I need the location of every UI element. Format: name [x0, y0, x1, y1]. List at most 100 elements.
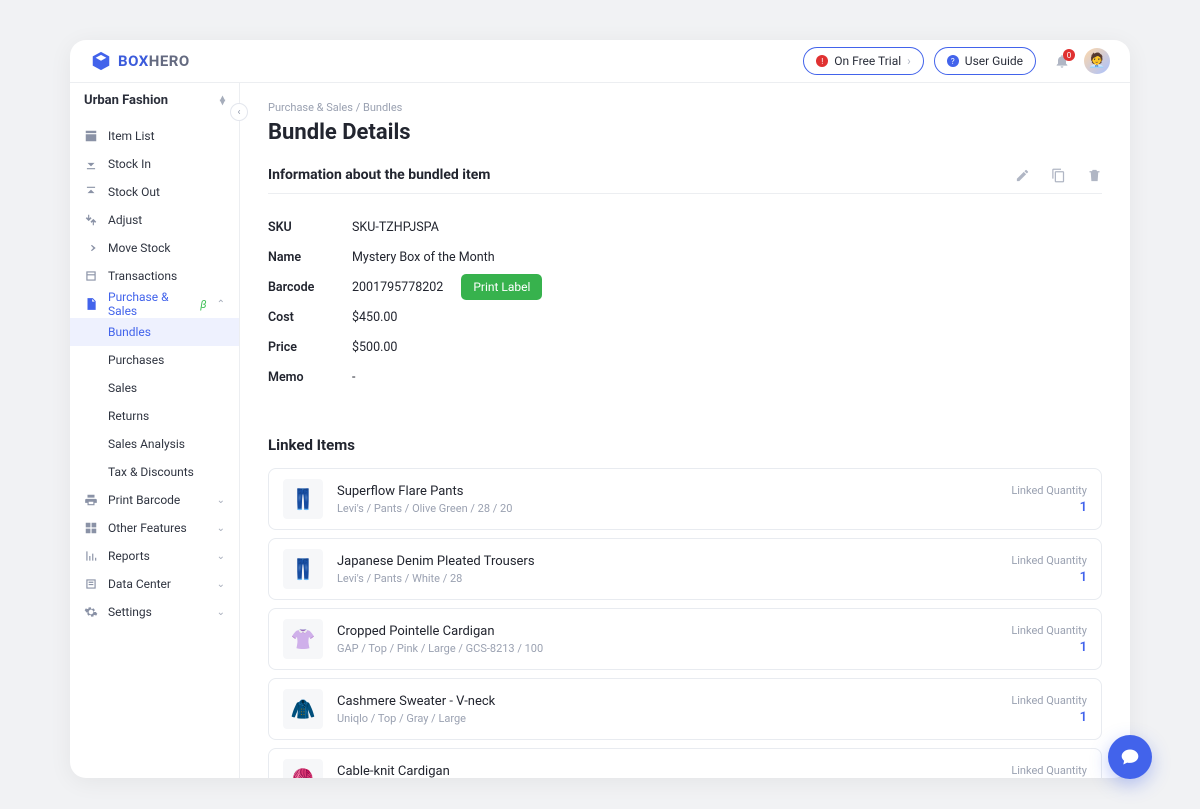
- breadcrumb: Purchase & Sales / Bundles: [268, 101, 1102, 114]
- grid-icon: [84, 521, 98, 535]
- copy-icon: [1051, 168, 1066, 183]
- sidebar-item-sales[interactable]: Sales: [70, 374, 239, 402]
- app-window: BOXHERO ! On Free Trial › ? User Guide 0…: [70, 40, 1130, 778]
- sidebar-collapse-button[interactable]: ‹: [230, 103, 248, 121]
- item-name: Japanese Denim Pleated Trousers: [337, 554, 535, 569]
- sidebar-item-sales-analysis[interactable]: Sales Analysis: [70, 430, 239, 458]
- linked-item-card[interactable]: 🧶Cable-knit CardiganH&M / Top / Cream / …: [268, 748, 1102, 778]
- nav-label: Reports: [108, 549, 150, 563]
- notifications-badge: 0: [1063, 49, 1075, 61]
- sidebar-item-adjust[interactable]: Adjust: [70, 206, 239, 234]
- workspace-switcher[interactable]: Urban Fashion ▴▾: [70, 83, 239, 118]
- sidebar-item-purchases[interactable]: Purchases: [70, 346, 239, 374]
- field-value-price: $500.00: [352, 340, 397, 355]
- sweater-thumb: 🧥: [283, 689, 323, 729]
- trash-icon: [1087, 168, 1102, 183]
- chat-bubble-icon: [1120, 747, 1140, 767]
- user-avatar[interactable]: 🧑‍💼: [1084, 48, 1110, 74]
- linked-qty-label: Linked Quantity: [1011, 624, 1087, 637]
- field-label-sku: SKU: [268, 220, 352, 235]
- sidebar-item-data-center[interactable]: Data Center⌄: [70, 570, 239, 598]
- breadcrumb-parent[interactable]: Purchase & Sales: [268, 101, 353, 114]
- field-label-name: Name: [268, 250, 352, 265]
- print-label-button[interactable]: Print Label: [461, 274, 542, 300]
- trousers-thumb: 👖: [283, 549, 323, 589]
- nav-label: Print Barcode: [108, 493, 180, 507]
- field-label-memo: Memo: [268, 370, 352, 385]
- field-label-barcode: Barcode: [268, 280, 352, 295]
- breadcrumb-current[interactable]: Bundles: [363, 101, 402, 114]
- trial-pill[interactable]: ! On Free Trial ›: [803, 47, 924, 75]
- user-guide-label: User Guide: [965, 54, 1023, 68]
- nav-label: Move Stock: [108, 241, 170, 255]
- chat-fab-button[interactable]: [1108, 735, 1152, 779]
- sidebar-item-returns[interactable]: Returns: [70, 402, 239, 430]
- sidebar-item-purchase-sales[interactable]: Purchase & Salesβ⌃: [70, 290, 239, 318]
- chevron-up-icon: ⌃: [217, 299, 225, 310]
- sidebar-item-tax-discounts[interactable]: Tax & Discounts: [70, 458, 239, 486]
- chevron-right-icon: ›: [907, 54, 911, 68]
- linked-qty-label: Linked Quantity: [1011, 764, 1087, 777]
- nav-label: Tax & Discounts: [108, 465, 194, 479]
- field-value-barcode: 2001795778202: [352, 280, 443, 295]
- notifications-button[interactable]: 0: [1054, 53, 1070, 69]
- linked-qty-value: 1: [1011, 500, 1087, 515]
- workspace-name: Urban Fashion: [84, 93, 168, 108]
- chevron-down-icon: ⌄: [217, 523, 225, 534]
- edit-button[interactable]: [1014, 167, 1030, 183]
- sidebar-item-move-stock[interactable]: Move Stock: [70, 234, 239, 262]
- chevron-down-icon: ⌄: [217, 495, 225, 506]
- gear-icon: [84, 605, 98, 619]
- chevron-down-icon: ⌄: [217, 579, 225, 590]
- nav-label: Sales: [108, 381, 137, 395]
- sidebar-item-reports[interactable]: Reports⌄: [70, 542, 239, 570]
- section-title: Information about the bundled item: [268, 167, 490, 183]
- chevron-down-icon: ⌄: [217, 607, 225, 618]
- adjust-icon: [84, 213, 98, 227]
- cardigan-thumb: 👚: [283, 619, 323, 659]
- trial-label: On Free Trial: [834, 54, 901, 68]
- arrow-icon: [84, 241, 98, 255]
- doc-icon: [84, 297, 98, 311]
- item-description: Levi's / Pants / White / 28: [337, 572, 535, 585]
- sidebar-item-print-barcode[interactable]: Print Barcode ⌄: [70, 486, 239, 514]
- linked-qty-label: Linked Quantity: [1011, 484, 1087, 497]
- linked-item-card[interactable]: 👖Superflow Flare PantsLevi's / Pants / O…: [268, 468, 1102, 530]
- item-name: Cashmere Sweater - V-neck: [337, 694, 495, 709]
- sidebar-item-item-list[interactable]: Item List: [70, 122, 239, 150]
- nav-label: Settings: [108, 605, 152, 619]
- sidebar-item-bundles[interactable]: Bundles: [70, 318, 239, 346]
- linked-qty-value: 1: [1011, 640, 1087, 655]
- pants-thumb: 👖: [283, 479, 323, 519]
- nav-label: Adjust: [108, 213, 142, 227]
- delete-button[interactable]: [1086, 167, 1102, 183]
- sidebar-item-stock-out[interactable]: Stock Out: [70, 178, 239, 206]
- up-icon: [84, 185, 98, 199]
- help-dot-icon: ?: [947, 55, 959, 67]
- brand-logo[interactable]: BOXHERO: [90, 50, 190, 72]
- pencil-icon: [1015, 168, 1030, 183]
- item-description: Uniqlo / Top / Gray / Large: [337, 712, 495, 725]
- nav-label: Bundles: [108, 325, 151, 339]
- nav-label: Transactions: [108, 269, 177, 283]
- nav-label: Item List: [108, 129, 155, 143]
- chart-icon: [84, 549, 98, 563]
- brand-text: BOXHERO: [118, 52, 190, 70]
- topbar: BOXHERO ! On Free Trial › ? User Guide 0…: [70, 40, 1130, 83]
- sidebar-item-settings[interactable]: Settings ⌄: [70, 598, 239, 626]
- field-value-name: Mystery Box of the Month: [352, 250, 495, 265]
- nav-label: Other Features: [108, 521, 187, 535]
- field-value-sku: SKU-TZHPJSPA: [352, 220, 439, 235]
- copy-button[interactable]: [1050, 167, 1066, 183]
- sidebar-item-transactions[interactable]: Transactions: [70, 262, 239, 290]
- field-value-memo: -: [352, 370, 355, 385]
- user-guide-pill[interactable]: ? User Guide: [934, 47, 1036, 75]
- sidebar-item-other-features[interactable]: Other Features ⌄: [70, 514, 239, 542]
- db-icon: [84, 577, 98, 591]
- linked-item-card[interactable]: 👖 Japanese Denim Pleated Trousers Levi's /…: [268, 538, 1102, 600]
- linked-item-card[interactable]: 🧥 Cashmere Sweater - V-neck Uniqlo / Top /…: [268, 678, 1102, 740]
- sidebar-item-stock-in[interactable]: Stock In: [70, 150, 239, 178]
- linked-item-card[interactable]: 👚Cropped Pointelle CardiganGAP / Top / P…: [268, 608, 1102, 670]
- nav-label: Stock Out: [108, 185, 160, 199]
- beta-badge: β: [200, 298, 206, 311]
